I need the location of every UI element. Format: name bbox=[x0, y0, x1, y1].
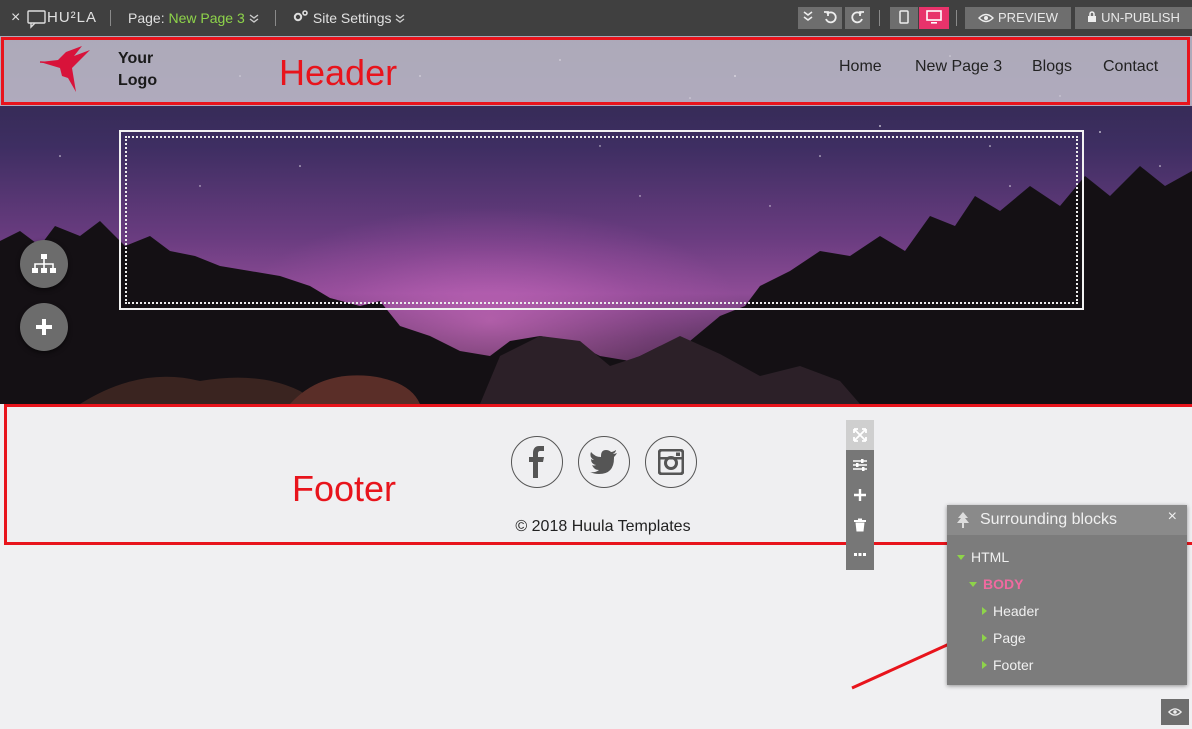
page-prefix: Page: bbox=[128, 10, 165, 26]
panel-close-icon[interactable]: × bbox=[1168, 502, 1177, 532]
chevron-down-icon bbox=[395, 14, 405, 23]
eye-icon bbox=[978, 13, 995, 23]
tree-node-header[interactable]: Header bbox=[982, 603, 1039, 619]
tree-footer-label: Footer bbox=[993, 657, 1034, 673]
trash-icon bbox=[854, 518, 866, 532]
undo-button[interactable] bbox=[818, 7, 842, 29]
site-settings-label: Site Settings bbox=[312, 10, 392, 26]
tree-html-label: HTML bbox=[971, 549, 1010, 565]
chevron-down-icon bbox=[249, 14, 259, 23]
sitemap-icon bbox=[32, 254, 56, 273]
add-inside-button[interactable] bbox=[846, 480, 874, 510]
brand-name: HU²LA bbox=[47, 9, 98, 26]
page-name: New Page 3 bbox=[168, 10, 245, 26]
plus-icon bbox=[36, 319, 52, 335]
mobile-icon bbox=[899, 10, 909, 24]
content-dropzone[interactable] bbox=[125, 136, 1078, 304]
expand-icon bbox=[853, 428, 867, 442]
tree-body-label: BODY bbox=[983, 576, 1024, 592]
surrounding-blocks-panel: Surrounding blocks × HTML BODY Header Pa… bbox=[947, 505, 1187, 685]
tree-icon bbox=[957, 512, 969, 528]
editor-toolbar: × HU²LA Page: New Page 3 Site Settings P… bbox=[0, 0, 1192, 36]
page-selector[interactable]: Page: New Page 3 bbox=[128, 0, 259, 36]
expand-block-button[interactable] bbox=[846, 420, 874, 450]
tree-node-html[interactable]: HTML bbox=[957, 549, 1009, 565]
block-toolbar bbox=[846, 420, 874, 570]
gears-icon bbox=[293, 10, 308, 22]
tree-page-label: Page bbox=[993, 630, 1026, 646]
preview-button[interactable]: PREVIEW bbox=[965, 7, 1071, 29]
collapse-button[interactable] bbox=[798, 7, 818, 29]
undo-icon bbox=[824, 11, 837, 24]
unpublish-button[interactable]: UN-PUBLISH bbox=[1075, 7, 1192, 29]
preview-label: PREVIEW bbox=[998, 10, 1058, 25]
header-highlight-box bbox=[1, 37, 1190, 105]
ellipsis-icon bbox=[854, 553, 866, 556]
tree-node-page[interactable]: Page bbox=[982, 630, 1026, 646]
sliders-icon bbox=[853, 459, 867, 471]
sitemap-button[interactable] bbox=[20, 240, 68, 288]
desktop-icon bbox=[926, 10, 942, 24]
redo-button[interactable] bbox=[845, 7, 870, 29]
panel-header: Surrounding blocks × bbox=[947, 505, 1187, 535]
tree-header-label: Header bbox=[993, 603, 1039, 619]
block-settings-button[interactable] bbox=[846, 450, 874, 480]
site-settings[interactable]: Site Settings bbox=[293, 0, 405, 36]
mobile-view-button[interactable] bbox=[890, 7, 918, 29]
lock-icon bbox=[1088, 11, 1097, 22]
page-content-block[interactable] bbox=[119, 130, 1084, 310]
plus-icon bbox=[854, 489, 866, 501]
tree-node-footer[interactable]: Footer bbox=[982, 657, 1033, 673]
toggle-visibility-button[interactable] bbox=[1161, 699, 1189, 725]
redo-icon bbox=[850, 11, 864, 24]
panel-title: Surrounding blocks bbox=[980, 511, 1117, 528]
desktop-view-button[interactable] bbox=[919, 7, 949, 29]
tree-node-body[interactable]: BODY bbox=[969, 576, 1023, 592]
eye-icon bbox=[1168, 708, 1182, 716]
close-icon[interactable]: × bbox=[11, 0, 20, 36]
double-chevron-down-icon bbox=[803, 11, 813, 21]
unpublish-label: UN-PUBLISH bbox=[1101, 10, 1180, 25]
more-options-button[interactable] bbox=[846, 540, 874, 570]
delete-block-button[interactable] bbox=[846, 510, 874, 540]
add-block-button[interactable] bbox=[20, 303, 68, 351]
